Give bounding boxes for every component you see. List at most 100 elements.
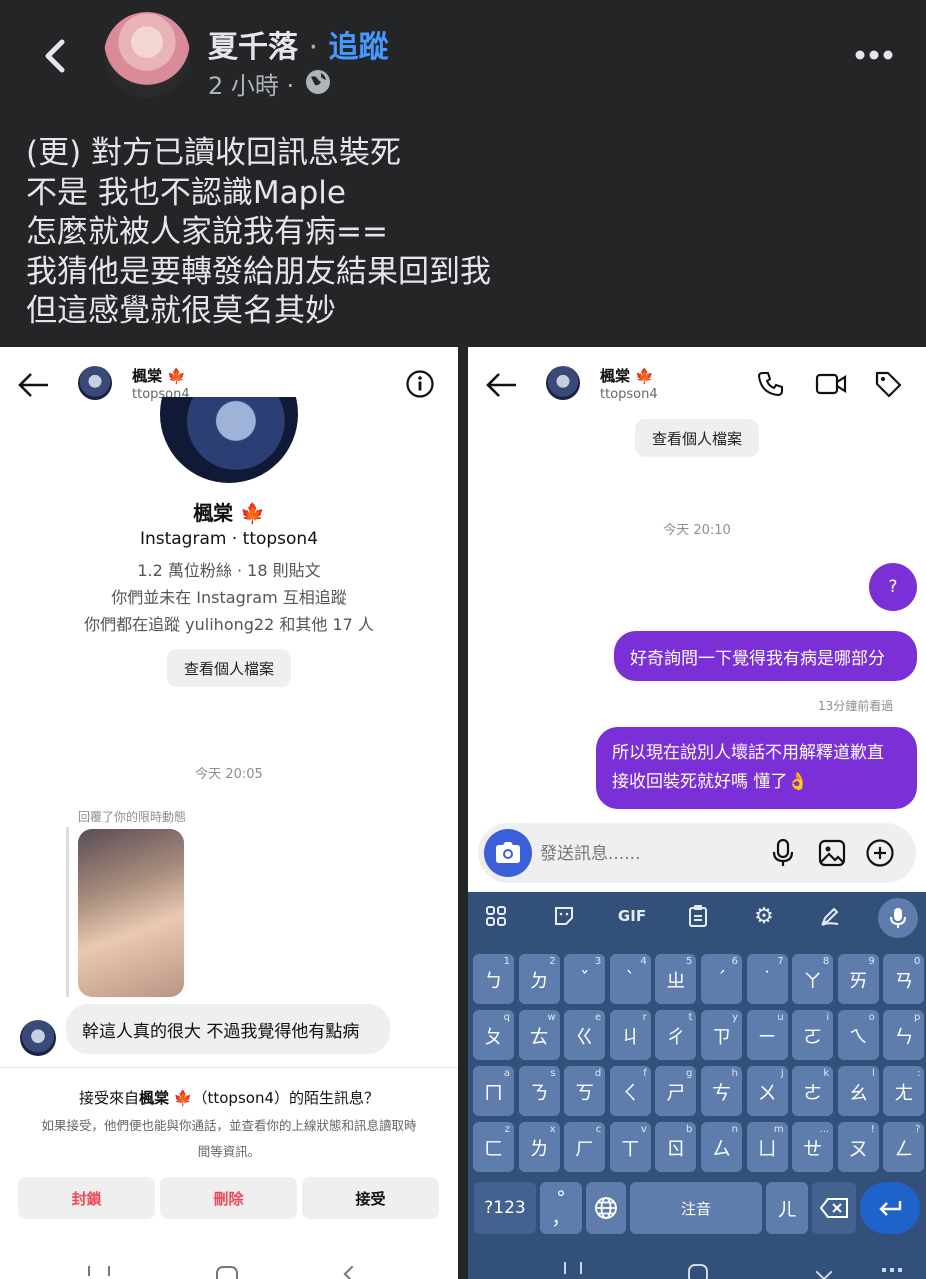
back-arrow-icon[interactable] [484,371,520,399]
key[interactable]: ˋ4 [609,954,651,1004]
accept-button[interactable]: 接受 [302,1177,439,1219]
key[interactable]: ㄇa [473,1066,514,1116]
key[interactable]: ㄏc [564,1122,606,1172]
key[interactable]: ˊ6 [701,954,742,1004]
key[interactable]: ㄤ: [883,1066,925,1116]
key[interactable]: ㄨj [746,1066,788,1116]
home-icon[interactable] [216,1266,238,1279]
home-icon[interactable] [688,1264,708,1279]
key[interactable]: ㄧu [746,1010,788,1060]
view-profile-button[interactable]: 查看個人檔案 [167,649,291,687]
message-input[interactable] [540,839,740,869]
chat-username: ttopson4 [600,387,658,402]
key[interactable]: ㄣp [883,1010,925,1060]
key[interactable]: ㄐr [609,1010,651,1060]
key[interactable]: ㄈz [473,1122,514,1172]
key[interactable]: ㄝ... [792,1122,834,1172]
microphone-icon[interactable] [770,838,796,868]
block-button[interactable]: 封鎖 [18,1177,155,1219]
key[interactable]: ㄔt [655,1010,697,1060]
key[interactable]: ㄍe [564,1010,606,1060]
settings-gear-icon[interactable]: ⚙ [748,900,780,932]
space-key[interactable]: 注音 [630,1182,762,1234]
chat-name-text: 楓棠 [600,367,631,385]
back-arrow-icon[interactable] [36,36,76,76]
key[interactable]: ㄑf [609,1066,651,1116]
key[interactable]: ㄡ! [837,1122,879,1172]
backspace-key[interactable] [812,1182,856,1234]
view-profile-button[interactable]: 查看個人檔案 [635,419,759,457]
key[interactable]: ㄌx [518,1122,560,1172]
nav-bar [0,1252,458,1279]
post-line: 但這感覺就很莫名其妙 [26,293,336,329]
key[interactable]: ㄜk [792,1066,834,1116]
delete-button[interactable]: 刪除 [160,1177,297,1219]
keyboard-grid-icon[interactable] [882,1268,910,1274]
key[interactable]: ㄢ0 [883,954,925,1004]
clipboard-icon[interactable] [682,900,714,932]
apps-grid-icon[interactable] [480,900,512,932]
tag-icon[interactable] [873,369,903,399]
language-key[interactable] [586,1182,626,1234]
recent-apps-icon[interactable] [564,1262,582,1274]
recent-apps-icon[interactable] [88,1266,110,1276]
key[interactable]: ㄟo [837,1010,879,1060]
key[interactable]: ㄊw [518,1010,560,1060]
key-label: ㄠ [848,1081,868,1104]
key[interactable]: ㄎd [564,1066,606,1116]
key[interactable]: ㄕg [655,1066,697,1116]
key[interactable]: ㄒv [609,1122,651,1172]
hide-keyboard-icon[interactable] [815,1263,833,1279]
key[interactable]: ㄚ8 [792,954,834,1004]
back-arrow-icon[interactable] [16,371,52,399]
sticker-icon[interactable] [548,900,580,932]
symbols-key[interactable]: ?123 [474,1182,536,1234]
key-hint: b [686,1124,693,1135]
key[interactable]: ㄛi [792,1010,834,1060]
nav-back-icon[interactable] [343,1265,361,1279]
add-icon[interactable] [865,838,895,868]
key[interactable]: ㄉ2 [518,954,560,1004]
story-thumbnail[interactable] [78,829,184,997]
follow-button[interactable]: 追蹤 [328,30,388,65]
chat-name[interactable]: 楓棠 🍁 [600,365,654,386]
key-hint: 3 [594,956,602,967]
key[interactable]: ㄗy [701,1010,742,1060]
key[interactable]: ㄩm [746,1122,788,1172]
info-icon[interactable] [405,369,435,399]
key[interactable]: ㄖb [655,1122,697,1172]
er-key[interactable]: ㄦ [766,1182,808,1234]
request-title-name: 楓棠 [139,1089,170,1107]
video-call-icon[interactable] [815,369,847,399]
chat-name[interactable]: 楓棠 🍁 [132,365,186,386]
key[interactable]: ㄙn [701,1122,742,1172]
author-avatar[interactable] [104,12,190,98]
punctuation-key[interactable]: ° ， [540,1182,582,1234]
key[interactable]: ㄘh [701,1066,742,1116]
more-options-icon[interactable] [850,40,898,70]
gif-button[interactable]: GIF [612,900,652,932]
chat-avatar[interactable] [78,366,112,400]
maple-leaf-icon: 🍁 [240,501,265,525]
gallery-icon[interactable] [817,838,847,868]
voice-input-button[interactable] [878,898,918,938]
key[interactable]: ㄆq [473,1010,514,1060]
handwriting-icon[interactable] [814,900,846,932]
key[interactable]: ㄠl [837,1066,879,1116]
globe-icon [306,70,330,94]
enter-key[interactable] [860,1182,920,1234]
key[interactable]: ㄋs [518,1066,560,1116]
post-author-name[interactable]: 夏千落 [208,30,298,65]
key[interactable]: ㄞ9 [837,954,879,1004]
key-label: ㄉ [529,969,549,992]
key-label: ㄅ [483,969,503,992]
key[interactable]: ˙ 7 [746,954,788,1004]
key[interactable]: ˇ3 [564,954,606,1004]
key[interactable]: ㄥ? [883,1122,925,1172]
chat-avatar[interactable] [546,366,580,400]
phone-icon[interactable] [756,369,786,399]
key[interactable]: ㄅ1 [473,954,514,1004]
key-hint: w [547,1012,556,1023]
camera-button[interactable] [484,829,532,877]
key[interactable]: ㄓ5 [655,954,697,1004]
